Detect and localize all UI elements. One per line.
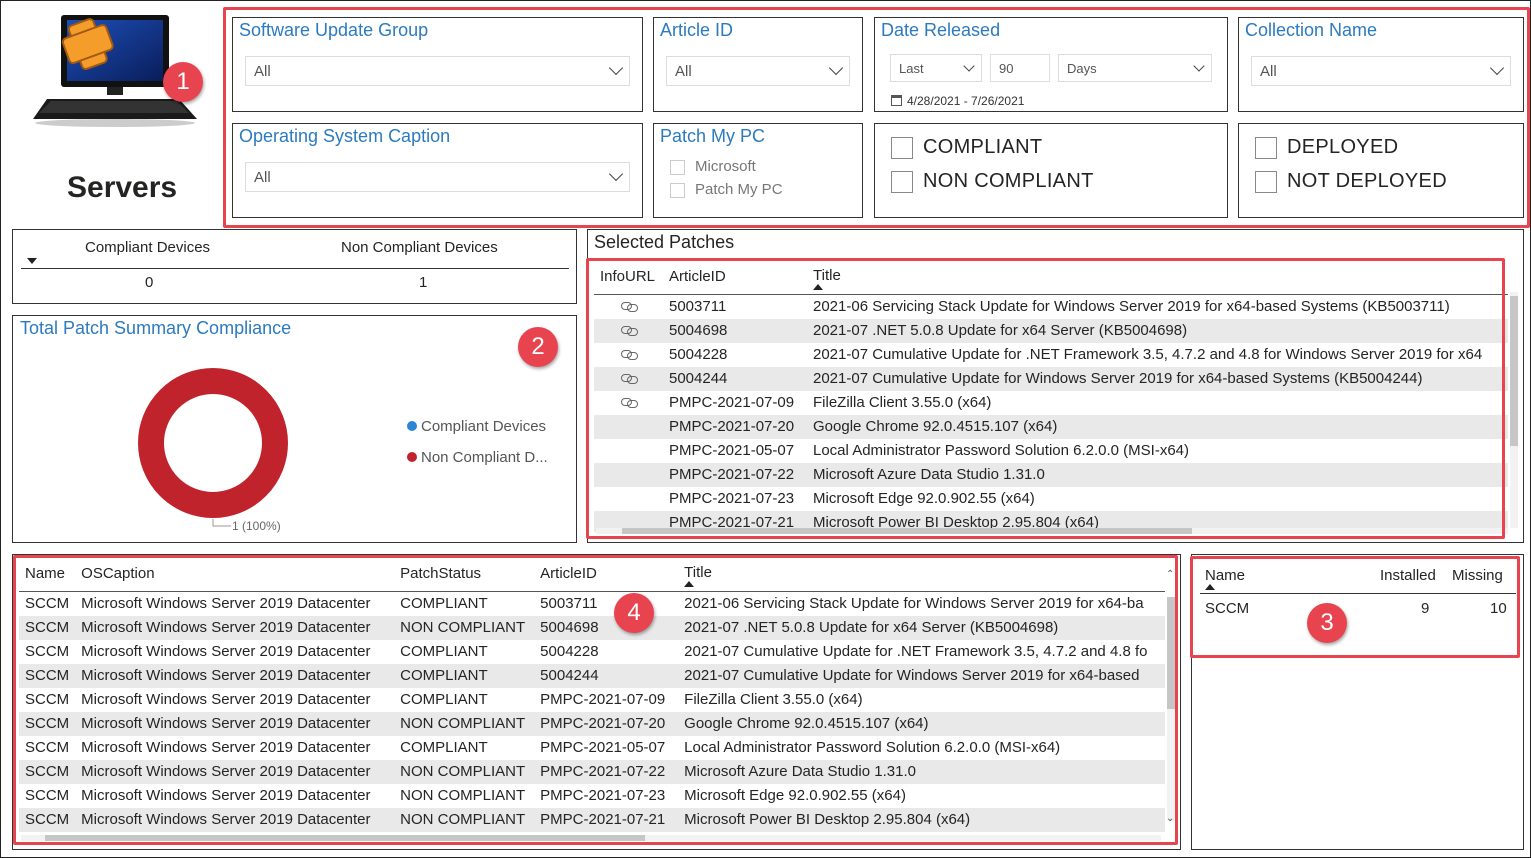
- annotation-frame-3: [1190, 556, 1520, 658]
- annotation-badge-1: 1: [163, 62, 203, 102]
- data-label-leader: [212, 519, 231, 527]
- annotation-badge-4: 4: [614, 593, 654, 633]
- legend-dot-icon: [407, 452, 417, 462]
- annotation-frame-1: [223, 7, 1530, 228]
- annotation-badge-2: 2: [518, 327, 558, 367]
- donut-data-label: 1 (100%): [232, 519, 281, 533]
- legend-label: Non Compliant D...: [421, 449, 548, 466]
- column-header[interactable]: Non Compliant Devices: [341, 239, 498, 256]
- header-divider: [21, 268, 569, 269]
- legend-item-non-compliant[interactable]: Non Compliant D...: [407, 449, 548, 466]
- compliant-count: 0: [145, 274, 154, 291]
- non-compliant-count: 1: [419, 274, 428, 291]
- donut-chart: [138, 368, 288, 527]
- dashboard-page: Servers Software Update Group All Articl…: [0, 0, 1531, 858]
- annotation-frame-4: [13, 555, 1178, 845]
- vertical-scrollbar[interactable]: [1510, 292, 1518, 528]
- table-title: Selected Patches: [594, 232, 735, 252]
- sort-desc-icon[interactable]: [27, 258, 37, 264]
- patch-summary-donut-card: Total Patch Summary Compliance 1 (100%) …: [12, 315, 577, 543]
- legend-label: Compliant Devices: [421, 418, 547, 435]
- compliance-summary-table: Compliant Devices Non Compliant Devices …: [12, 229, 577, 304]
- legend-item-compliant[interactable]: Compliant Devices: [407, 418, 546, 435]
- annotation-frame-2: [586, 258, 1505, 539]
- annotation-badge-3: 3: [1307, 603, 1347, 643]
- scrollbar-thumb[interactable]: [1510, 296, 1518, 446]
- legend-dot-icon: [407, 421, 417, 431]
- donut-slice-1[interactable]: [138, 368, 288, 518]
- column-header[interactable]: Compliant Devices: [85, 239, 210, 256]
- chart-title: Total Patch Summary Compliance: [20, 318, 292, 338]
- page-title: Servers: [67, 171, 178, 204]
